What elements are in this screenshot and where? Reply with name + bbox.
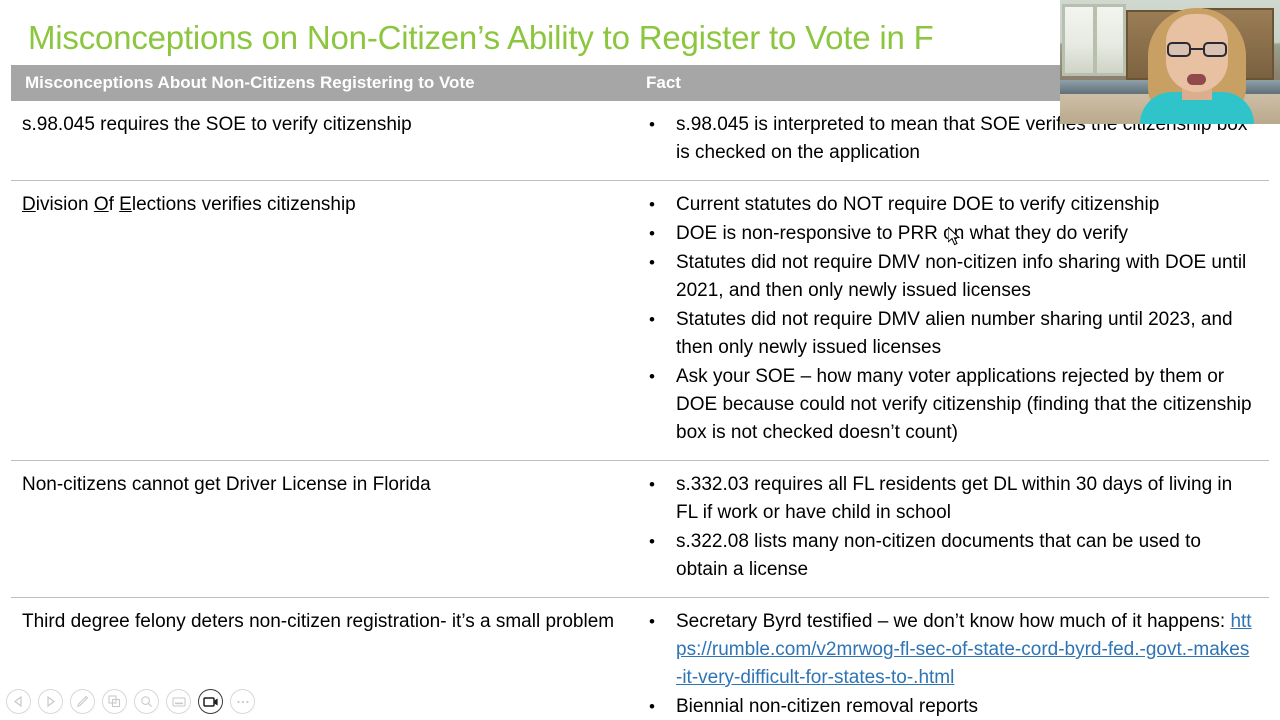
video-camera-icon bbox=[202, 696, 219, 708]
pen-icon bbox=[76, 695, 89, 708]
list-item: s.332.03 requires all FL residents get D… bbox=[640, 471, 1255, 527]
misconception-text: Non-citizens cannot get Driver License i… bbox=[22, 474, 431, 495]
fact-cell: s.332.03 requires all FL residents get D… bbox=[632, 460, 1269, 598]
list-item: Biennial non-citizen removal reports bbox=[640, 693, 1255, 720]
table-row: Non-citizens cannot get Driver License i… bbox=[11, 460, 1269, 598]
list-item: s.322.08 lists many non-citizen document… bbox=[640, 528, 1255, 584]
previous-slide-button[interactable] bbox=[6, 689, 31, 714]
kitchen-window bbox=[1062, 4, 1126, 76]
zoom-into-slide-button[interactable] bbox=[134, 689, 159, 714]
presentation-slide: Misconceptions on Non-Citizen’s Ability … bbox=[0, 0, 1280, 720]
mouse-cursor bbox=[947, 225, 962, 247]
all-slides-button[interactable] bbox=[102, 689, 127, 714]
list-item-with-link: Secretary Byrd testified – we don’t know… bbox=[640, 608, 1255, 692]
list-item: Statutes did not require DMV alien numbe… bbox=[640, 306, 1255, 362]
misconception-cell: Division Of Elections verifies citizensh… bbox=[11, 180, 632, 461]
list-item: Ask your SOE – how many voter applicatio… bbox=[640, 363, 1255, 447]
column-header-misconceptions: Misconceptions About Non-Citizens Regist… bbox=[11, 65, 632, 101]
list-item: Statutes did not require DMV non-citizen… bbox=[640, 249, 1255, 305]
fact-text-before-link: Secretary Byrd testified – we don’t know… bbox=[676, 611, 1231, 632]
misconception-text: Third degree felony deters non-citizen r… bbox=[22, 611, 615, 632]
presenter-person bbox=[1140, 0, 1254, 124]
list-item: Current statutes do NOT require DOE to v… bbox=[640, 191, 1255, 219]
pen-tools-button[interactable] bbox=[70, 689, 95, 714]
fact-list: Secretary Byrd testified – we don’t know… bbox=[640, 608, 1255, 720]
misconceptions-fact-table: Misconceptions About Non-Citizens Regist… bbox=[11, 65, 1269, 720]
captions-icon bbox=[171, 696, 186, 708]
next-slide-button[interactable] bbox=[38, 689, 63, 714]
eyeglasses-icon bbox=[1167, 42, 1227, 57]
table-row: Division Of Elections verifies citizensh… bbox=[11, 180, 1269, 461]
triangle-left-icon bbox=[13, 696, 24, 707]
presenter-webcam-overlay[interactable] bbox=[1060, 0, 1280, 124]
grid-slides-icon bbox=[108, 695, 121, 708]
camera-button[interactable] bbox=[198, 689, 223, 714]
magnifier-icon bbox=[140, 695, 153, 708]
more-options-button[interactable] bbox=[230, 689, 255, 714]
fact-list: s.332.03 requires all FL residents get D… bbox=[640, 471, 1255, 584]
presenter-toolbar bbox=[6, 689, 255, 714]
fact-cell: Current statutes do NOT require DOE to v… bbox=[632, 180, 1269, 461]
person-mouth bbox=[1187, 74, 1206, 85]
misconception-cell: s.98.045 requires the SOE to verify citi… bbox=[11, 101, 632, 181]
subtitles-button[interactable] bbox=[166, 689, 191, 714]
misconception-text: Division Of Elections verifies citizensh… bbox=[22, 194, 356, 215]
triangle-right-icon bbox=[45, 696, 56, 707]
misconception-text: s.98.045 requires the SOE to verify citi… bbox=[22, 114, 412, 135]
fact-cell: Secretary Byrd testified – we don’t know… bbox=[632, 597, 1269, 720]
misconception-cell: Non-citizens cannot get Driver License i… bbox=[11, 460, 632, 598]
ellipsis-icon bbox=[236, 699, 250, 705]
